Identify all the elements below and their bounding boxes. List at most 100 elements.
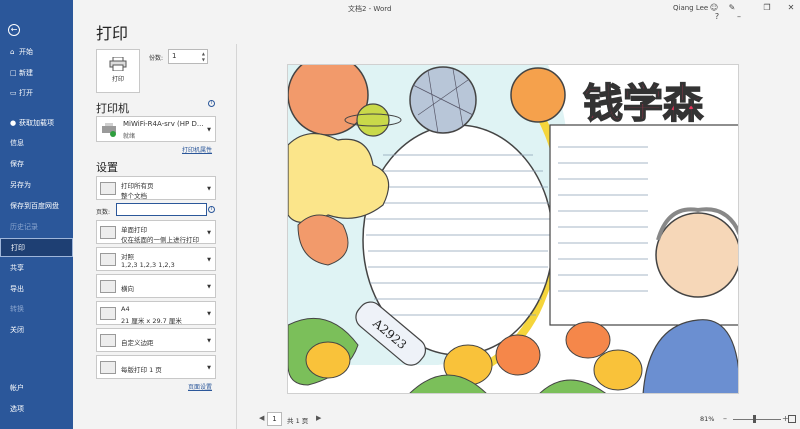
margins-icon xyxy=(100,334,116,347)
printer-status: 就绪 xyxy=(123,133,136,140)
chevron-down-icon: ▼ xyxy=(207,338,211,344)
zoom-to-page-icon[interactable] xyxy=(788,415,796,423)
nav-item-share[interactable]: 共享 xyxy=(0,259,73,278)
one-sided-icon xyxy=(100,226,116,239)
page-title: 打印 xyxy=(96,24,129,43)
collate-select[interactable]: 对照 1,2,3 1,2,3 1,2,3 ▼ xyxy=(96,247,216,271)
printer-icon xyxy=(109,57,127,71)
print-preview[interactable]: 钱学森 A2923 xyxy=(287,64,739,394)
print-range-label: 打印所有页 xyxy=(121,182,154,190)
backstage-nav: ← ⌂ 开始 □ 新建 ▭ 打开 ● 获取加载项 信息 保存 另存为 保存到百度网盘 历… xyxy=(0,0,73,429)
print-button[interactable]: 打印 xyxy=(96,49,140,93)
spin-arrows-icon[interactable]: ▲ ▼ xyxy=(202,51,205,63)
nav-item-label: 获取加载项 xyxy=(19,119,54,127)
new-doc-icon: □ xyxy=(10,69,17,77)
nav-item-account[interactable]: 帐户 xyxy=(0,379,73,398)
zoom-slider[interactable] xyxy=(733,419,781,420)
printer-icon xyxy=(102,123,116,137)
collate-icon xyxy=(100,253,116,266)
chevron-down-icon: ▼ xyxy=(207,365,211,371)
feedback-icon[interactable]: ✎ xyxy=(726,3,738,12)
margins-select[interactable]: 自定义边距 ▼ xyxy=(96,328,216,352)
info-icon[interactable]: i xyxy=(208,206,215,213)
pages-icon xyxy=(100,182,116,195)
sides-select[interactable]: 单面打印 仅在纸面的一侧上进行打印 ▼ xyxy=(96,220,216,244)
chevron-down-icon: ▼ xyxy=(207,257,211,263)
pages-per-sheet-label: 每版打印 1 页 xyxy=(121,366,162,374)
home-icon: ⌂ xyxy=(10,48,15,56)
chevron-down-icon: ▼ xyxy=(207,284,211,290)
pages-per-sheet-select[interactable]: 每版打印 1 页 ▼ xyxy=(96,355,216,379)
pages-per-sheet-icon xyxy=(100,361,116,374)
zoom-level[interactable]: 81% xyxy=(700,415,714,423)
page-number-input[interactable]: 1 xyxy=(267,412,282,426)
orientation-select[interactable]: 横向 ▼ xyxy=(96,274,216,298)
poster-image: 钱学森 A2923 xyxy=(288,65,738,393)
printer-select[interactable]: MiWiFi-R4A-srv (HP D... 就绪 ▼ xyxy=(96,116,216,142)
user-avatar-icon[interactable]: ☺ xyxy=(708,3,720,12)
orientation-label: 横向 xyxy=(121,285,134,293)
copies-value: 1 xyxy=(172,52,177,60)
paper-size-select[interactable]: A4 21 厘米 x 29.7 厘米 ▼ xyxy=(96,301,216,325)
back-arrow-icon[interactable]: ← xyxy=(8,24,20,36)
minimize-icon[interactable]: – xyxy=(733,12,745,21)
nav-item-home[interactable]: ⌂ 开始 xyxy=(0,43,73,62)
next-page-icon[interactable]: ▶ xyxy=(316,414,321,422)
close-icon[interactable]: ✕ xyxy=(785,3,797,12)
paper-size-detail: 21 厘米 x 29.7 厘米 xyxy=(121,317,182,325)
print-range-select[interactable]: 打印所有页 整个文档 ▼ xyxy=(96,176,216,200)
help-icon[interactable]: ? xyxy=(711,12,723,21)
nav-item-label: 打开 xyxy=(19,89,33,97)
poster-title: 钱学森 xyxy=(583,81,704,127)
zoom-slider-thumb[interactable] xyxy=(753,415,756,423)
nav-item-open[interactable]: ▭ 打开 xyxy=(0,84,73,103)
print-range-detail: 整个文档 xyxy=(121,192,147,200)
nav-item-label: 开始 xyxy=(19,48,33,56)
pane-divider xyxy=(236,44,237,429)
nav-item-save[interactable]: 保存 xyxy=(0,155,73,174)
nav-item-new[interactable]: □ 新建 xyxy=(0,64,73,83)
user-name[interactable]: Qiang Lee xyxy=(673,4,708,12)
sides-label: 单面打印 xyxy=(121,226,147,234)
chevron-down-icon: ▼ xyxy=(207,311,211,317)
nav-item-save-baidu[interactable]: 保存到百度网盘 xyxy=(0,197,73,216)
pages-input[interactable] xyxy=(116,203,207,216)
status-bar: ◀ 1 共 1 页 ▶ 81% – + xyxy=(237,410,800,429)
addin-icon: ● xyxy=(10,119,17,127)
nav-item-save-as[interactable]: 另存为 xyxy=(0,176,73,195)
collate-detail: 1,2,3 1,2,3 1,2,3 xyxy=(121,261,175,269)
landscape-icon xyxy=(100,280,116,293)
pages-label: 页数: xyxy=(96,209,111,216)
nav-item-history: 历史记录 xyxy=(10,223,38,231)
page-setup-link[interactable]: 页面设置 xyxy=(188,382,212,391)
printer-name: MiWiFi-R4A-srv (HP D... xyxy=(123,120,204,128)
margins-label: 自定义边距 xyxy=(121,339,154,347)
printer-section-title: 打印机 xyxy=(96,102,129,115)
nav-item-print[interactable]: 打印 xyxy=(0,238,73,257)
settings-section-title: 设置 xyxy=(96,161,118,174)
sides-detail: 仅在纸面的一侧上进行打印 xyxy=(121,236,199,244)
nav-item-close[interactable]: 关闭 xyxy=(0,321,73,340)
chevron-down-icon: ▼ xyxy=(207,186,211,192)
nav-item-export[interactable]: 导出 xyxy=(0,280,73,299)
prev-page-icon[interactable]: ◀ xyxy=(259,414,264,422)
paper-icon xyxy=(100,307,116,320)
folder-icon: ▭ xyxy=(10,89,17,97)
window-title: 文档2 - Word xyxy=(348,5,392,13)
nav-item-info[interactable]: 信息 xyxy=(0,134,73,153)
chevron-down-icon: ▼ xyxy=(207,230,211,236)
nav-item-options[interactable]: 选项 xyxy=(0,400,73,419)
nav-item-addins[interactable]: ● 获取加载项 xyxy=(0,114,73,133)
print-button-label: 打印 xyxy=(111,76,124,83)
printer-properties-link[interactable]: 打印机属性 xyxy=(182,145,212,154)
copies-stepper[interactable]: 1 ▲ ▼ xyxy=(168,49,208,64)
restore-icon[interactable]: ❐ xyxy=(761,3,773,12)
zoom-out-icon[interactable]: – xyxy=(723,414,727,423)
nav-item-transform: 转换 xyxy=(10,305,24,313)
collate-label: 对照 xyxy=(121,253,134,261)
paper-size-label: A4 xyxy=(121,305,130,313)
page-total: 共 1 页 xyxy=(287,417,309,425)
copies-label: 份数: xyxy=(149,55,164,62)
nav-item-label: 新建 xyxy=(19,69,33,77)
info-icon[interactable]: i xyxy=(208,100,215,107)
